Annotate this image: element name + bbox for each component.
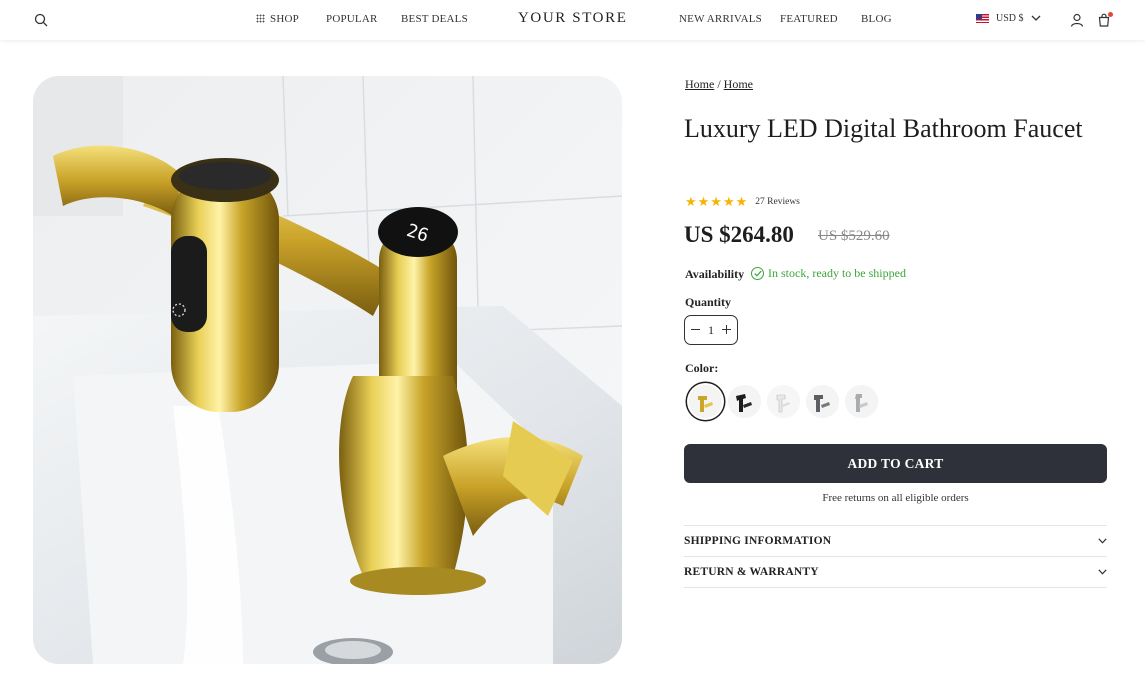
quantity-stepper: 1 [684, 315, 738, 345]
reviews-count[interactable]: 27 Reviews [755, 197, 800, 207]
plus-icon[interactable] [722, 323, 731, 338]
accordion-return-warranty[interactable]: RETURN & WARRANTY [684, 556, 1107, 587]
breadcrumb-separator: / [717, 77, 721, 91]
compare-price: US $529.60 [818, 228, 890, 244]
search-icon[interactable] [33, 12, 49, 28]
nav-new-arrivals[interactable]: NEW ARRIVALS [679, 13, 762, 25]
sale-price: US $264.80 [684, 222, 794, 247]
site-header: SHOP POPULAR BEST DEALS YOUR STORE NEW A… [0, 0, 1145, 40]
breadcrumb: Home / Home [685, 77, 753, 92]
swatch-white[interactable] [767, 385, 800, 418]
account-icon[interactable] [1069, 12, 1085, 28]
returns-note: Free returns on all eligible orders [822, 492, 969, 504]
accordion-return-label: RETURN & WARRANTY [684, 566, 819, 578]
product-image[interactable]: 26 [33, 76, 622, 664]
product-title: Luxury LED Digital Bathroom Faucet [684, 114, 1083, 143]
accordion-shipping-information[interactable]: SHIPPING INFORMATION [684, 525, 1107, 556]
add-to-cart-button[interactable]: ADD TO CART [684, 444, 1107, 483]
breadcrumb-home-2[interactable]: Home [724, 77, 753, 91]
chevron-down-icon [1031, 15, 1040, 21]
quantity-label: Quantity [685, 295, 732, 309]
chevron-down-icon [1098, 538, 1107, 544]
us-flag-icon [976, 14, 989, 23]
nav-featured[interactable]: FEATURED [780, 13, 838, 25]
swatch-chrome[interactable] [845, 385, 878, 418]
swatch-gunmetal[interactable] [806, 385, 839, 418]
chevron-down-icon [1098, 569, 1107, 575]
currency-label: USD $ [996, 13, 1024, 24]
nav-blog[interactable]: BLOG [861, 13, 892, 25]
currency-selector[interactable]: USD $ [976, 13, 1041, 24]
nav-popular[interactable]: POPULAR [326, 13, 378, 25]
store-logo[interactable]: YOUR STORE [518, 10, 628, 27]
quantity-value[interactable]: 1 [708, 323, 714, 338]
availability-status: In stock, ready to be shipped [751, 266, 906, 281]
swatch-black[interactable] [728, 385, 761, 418]
star-rating-icon: ★★★★★ [685, 194, 749, 209]
accordion-divider [684, 587, 1107, 588]
breadcrumb-home-1[interactable]: Home [685, 77, 714, 91]
cart-badge [1108, 12, 1113, 17]
check-circle-icon [751, 267, 764, 280]
availability-label: Availability [685, 267, 745, 281]
grid-icon [256, 14, 265, 23]
nav-best-deals[interactable]: BEST DEALS [401, 13, 468, 25]
product-rating[interactable]: ★★★★★ 27 Reviews [685, 194, 800, 210]
accordion-shipping-label: SHIPPING INFORMATION [684, 535, 832, 547]
availability-text: In stock, ready to be shipped [768, 266, 906, 280]
minus-icon[interactable] [691, 323, 700, 338]
nav-shop[interactable]: SHOP [256, 13, 299, 25]
nav-shop-label: SHOP [270, 13, 299, 25]
swatch-gold[interactable] [689, 385, 722, 418]
color-label: Color: [685, 361, 719, 375]
cart-icon[interactable] [1096, 12, 1113, 28]
